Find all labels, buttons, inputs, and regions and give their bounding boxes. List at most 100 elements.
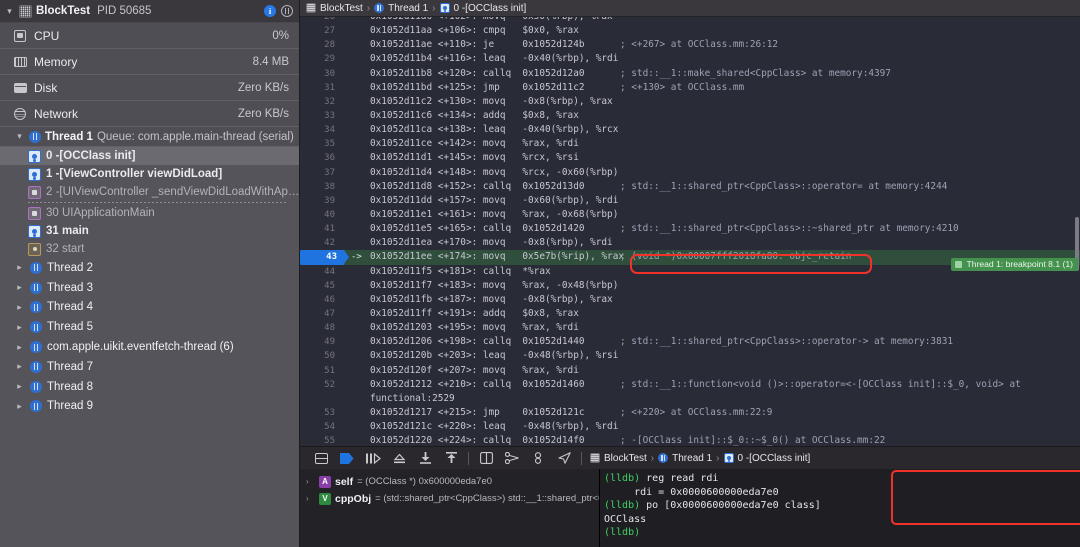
variables-view[interactable]: › A self = (OCClass *) 0x600000eda7e0 › … [300, 469, 600, 547]
assembly-line[interactable]: 410x1052d11e5 <+165>: callq 0x1052d1420;… [300, 222, 1080, 236]
line-number[interactable]: 49 [300, 335, 344, 349]
breadcrumb-thread[interactable]: Thread 1 [658, 453, 712, 464]
assembly-line[interactable]: 350x1052d11ce <+142>: movq %rax, %rdi [300, 137, 1080, 151]
assembly-line[interactable]: 520x1052d1212 <+210>: callq 0x1052d1460;… [300, 378, 1080, 392]
line-number[interactable]: 39 [300, 194, 344, 208]
gauge-row-network[interactable]: Network Zero KB/s [0, 101, 299, 127]
panel-toggle-icon[interactable] [308, 447, 334, 470]
variable-row[interactable]: › A self = (OCClass *) 0x600000eda7e0 [300, 473, 599, 490]
assembly-line[interactable]: 400x1052d11e1 <+161>: movq %rax, -0x68(%… [300, 208, 1080, 222]
line-number[interactable]: 31 [300, 81, 344, 95]
line-number[interactable]: 32 [300, 95, 344, 109]
assembly-line[interactable]: 330x1052d11c6 <+134>: addq $0x8, %rax [300, 109, 1080, 123]
line-number[interactable]: 38 [300, 180, 344, 194]
line-number[interactable]: 29 [300, 52, 344, 66]
line-number[interactable]: 46 [300, 293, 344, 307]
line-number[interactable]: 27 [300, 24, 344, 38]
line-number[interactable]: 26 [300, 17, 344, 24]
thread-1-header[interactable]: ▾ Thread 1 Queue: com.apple.main-thread … [0, 127, 299, 147]
assembly-line[interactable]: 490x1052d1206 <+198>: callq 0x1052d1440;… [300, 335, 1080, 349]
thread-row[interactable]: ▸ Thread 2 [0, 258, 299, 278]
chevron-right-icon[interactable]: ▸ [14, 343, 25, 352]
assembly-line[interactable]: 310x1052d11bd <+125>: jmp 0x1052d11c2; <… [300, 81, 1080, 95]
lldb-console[interactable]: (lldb) reg read rdi rdi = 0x0000600000ed… [600, 469, 1080, 547]
assembly-line[interactable]: 460x1052d11fb <+187>: movq -0x8(%rbp), %… [300, 293, 1080, 307]
location-icon[interactable] [551, 447, 577, 470]
assembly-line[interactable]: 550x1052d1220 <+224>: callq 0x1052d14f0;… [300, 434, 1080, 446]
step-out-quick-icon[interactable] [438, 447, 464, 470]
assembly-line[interactable]: 380x1052d11d8 <+152>: callq 0x1052d13d0;… [300, 180, 1080, 194]
line-number[interactable]: 42 [300, 236, 344, 250]
chevron-right-icon[interactable]: › [306, 477, 315, 486]
assembly-line[interactable]: 360x1052d11d1 <+145>: movq %rcx, %rsi [300, 151, 1080, 165]
chevron-down-icon[interactable]: ▾ [4, 7, 15, 16]
thread-row[interactable]: ▸ Thread 5 [0, 317, 299, 337]
assembly-line[interactable]: 320x1052d11c2 <+130>: movq -0x8(%rbp), %… [300, 95, 1080, 109]
line-number[interactable]: 44 [300, 265, 344, 279]
process-header-row[interactable]: ▾ BlockTest PID 50685 i [0, 0, 299, 23]
gauge-row-disk[interactable]: Disk Zero KB/s [0, 75, 299, 101]
stack-frame-row[interactable]: 32 start [0, 240, 299, 258]
line-number[interactable]: 52 [300, 378, 344, 392]
line-number[interactable]: 37 [300, 166, 344, 180]
line-number[interactable]: 48 [300, 321, 344, 335]
line-number[interactable]: 53 [300, 406, 344, 420]
line-number[interactable]: 47 [300, 307, 344, 321]
assembly-line[interactable]: 480x1052d1203 <+195>: movq %rax, %rdi [300, 321, 1080, 335]
line-number[interactable]: 36 [300, 151, 344, 165]
line-number[interactable]: 51 [300, 364, 344, 378]
assembly-line[interactable]: 290x1052d11b4 <+116>: leaq -0x40(%rbp), … [300, 52, 1080, 66]
continue-icon[interactable] [334, 447, 360, 470]
chevron-right-icon[interactable]: ▸ [14, 283, 25, 292]
step-out-icon[interactable] [412, 447, 438, 470]
thread-row[interactable]: ▸ Thread 9 [0, 397, 299, 417]
assembly-line[interactable]: 540x1052d121c <+220>: leaq -0x48(%rbp), … [300, 420, 1080, 434]
assembly-line[interactable]: 420x1052d11ea <+170>: movq -0x8(%rbp), %… [300, 236, 1080, 250]
breadcrumb-frame[interactable]: 0 -[OCClass init] [724, 453, 811, 464]
assembly-line[interactable]: 510x1052d120f <+207>: movq %rax, %rdi [300, 364, 1080, 378]
assembly-line[interactable]: 500x1052d120b <+203>: leaq -0x48(%rbp), … [300, 349, 1080, 363]
chevron-right-icon[interactable]: ▸ [14, 362, 25, 371]
assembly-code-view[interactable]: 260x1052d11a6 <+102>: movq 0x30(%rbp), %… [300, 17, 1080, 446]
line-number[interactable]: 34 [300, 123, 344, 137]
chevron-right-icon[interactable]: › [306, 494, 315, 503]
line-number[interactable]: 28 [300, 38, 344, 52]
thread-row[interactable]: ▸ com.apple.uikit.eventfetch-thread (6) [0, 337, 299, 357]
info-badge-icon[interactable]: i [264, 5, 276, 17]
view-hierarchy-icon[interactable] [473, 447, 499, 470]
breadcrumb-frame[interactable]: 0 -[OCClass init] [440, 3, 527, 14]
assembly-line[interactable]: 450x1052d11f7 <+183>: movq %rax, -0x48(%… [300, 279, 1080, 293]
chevron-right-icon[interactable]: ▸ [14, 402, 25, 411]
assembly-line[interactable]: 300x1052d11b8 <+120>: callq 0x1052d12a0;… [300, 67, 1080, 81]
line-number[interactable]: 41 [300, 222, 344, 236]
environment-icon[interactable] [525, 447, 551, 470]
line-number[interactable]: 50 [300, 349, 344, 363]
line-number[interactable]: 35 [300, 137, 344, 151]
line-number[interactable]: 33 [300, 109, 344, 123]
assembly-line[interactable]: 280x1052d11ae <+110>: je 0x1052d124b; <+… [300, 38, 1080, 52]
assembly-line[interactable]: 370x1052d11d4 <+148>: movq %rcx, -0x60(%… [300, 166, 1080, 180]
stack-frame-row[interactable]: 0 -[OCClass init] [0, 147, 299, 165]
stack-frame-row[interactable]: 2 -[UIViewController _sendViewDidLoadWit… [0, 183, 299, 201]
step-into-icon[interactable] [386, 447, 412, 470]
breadcrumb-thread[interactable]: Thread 1 [374, 3, 428, 14]
thread-row[interactable]: ▸ Thread 8 [0, 377, 299, 397]
chevron-right-icon[interactable]: ▸ [14, 303, 25, 312]
breadcrumb-app[interactable]: BlockTest [590, 453, 647, 464]
breadcrumb-app[interactable]: BlockTest [306, 3, 363, 14]
assembly-line[interactable]: 530x1052d1217 <+215>: jmp 0x1052d121c; <… [300, 406, 1080, 420]
gauge-row-memory[interactable]: Memory 8.4 MB [0, 49, 299, 75]
stack-frame-row[interactable]: 31 main [0, 222, 299, 240]
chevron-down-icon[interactable]: ▾ [14, 132, 25, 141]
thread-row[interactable]: ▸ Thread 7 [0, 357, 299, 377]
breakpoint-status-badge[interactable]: Thread 1: breakpoint 8.1 (1) [951, 258, 1078, 271]
chevron-right-icon[interactable]: ▸ [14, 323, 25, 332]
step-over-icon[interactable] [360, 447, 386, 470]
thread-row[interactable]: ▸ Thread 4 [0, 298, 299, 318]
line-number[interactable]: 40 [300, 208, 344, 222]
line-number[interactable]: 30 [300, 67, 344, 81]
stack-frame-row[interactable]: 1 -[ViewController viewDidLoad] [0, 165, 299, 183]
gauge-row-cpu[interactable]: CPU 0% [0, 23, 299, 49]
line-number[interactable]: 43 [300, 250, 344, 264]
chevron-right-icon[interactable]: ▸ [14, 263, 25, 272]
